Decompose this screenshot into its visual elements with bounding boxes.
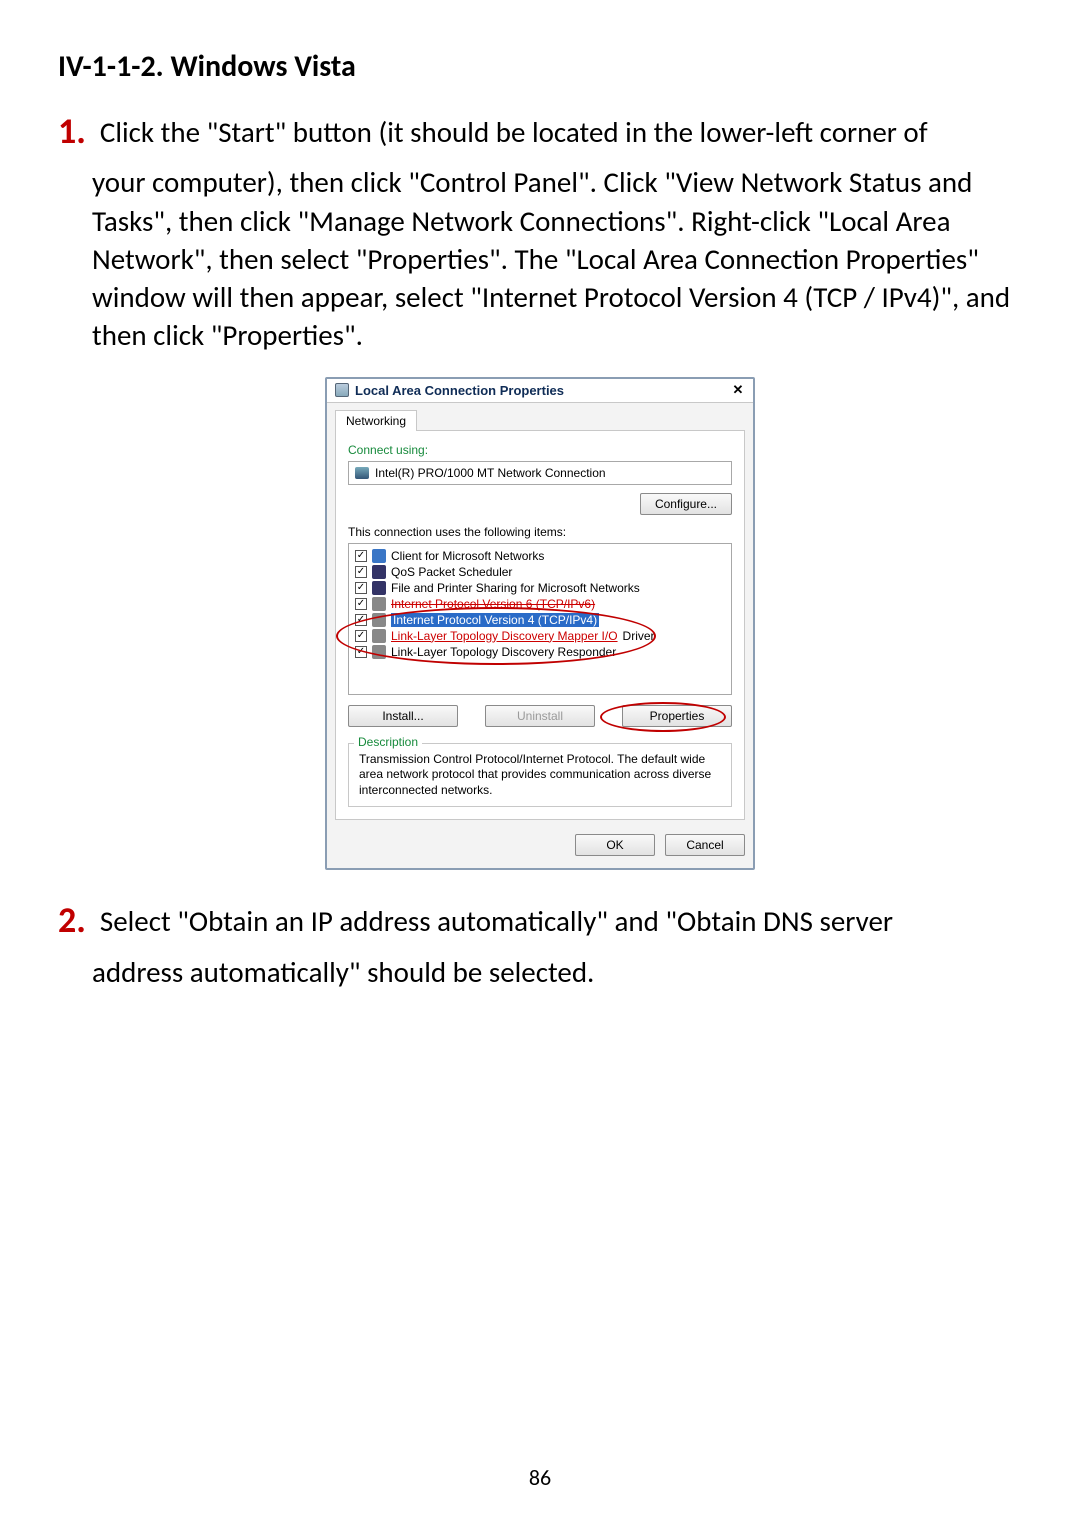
title-bar: Local Area Connection Properties ✕ [327,379,753,403]
checkbox-icon[interactable]: ✓ [355,582,367,594]
step-2-text-cont: address automatically" should be selecte… [58,953,1022,991]
qos-icon [372,565,386,579]
dialog-buttons: OK Cancel [327,820,753,868]
checkbox-icon[interactable]: ✓ [355,550,367,562]
cancel-button[interactable]: Cancel [665,834,745,856]
list-item[interactable]: ✓ Client for Microsoft Networks [355,548,725,564]
tab-networking[interactable]: Networking [335,410,417,431]
description-legend: Description [354,735,422,749]
adapter-field: Intel(R) PRO/1000 MT Network Connection [348,461,732,485]
properties-dialog: Local Area Connection Properties ✕ Netwo… [325,377,755,871]
dialog-screenshot: Local Area Connection Properties ✕ Netwo… [58,377,1022,871]
checkbox-icon[interactable]: ✓ [355,614,367,626]
client-icon [372,549,386,563]
checkbox-icon[interactable]: ✓ [355,566,367,578]
configure-button[interactable]: Configure... [640,493,732,515]
window-icon [335,383,349,397]
proto-icon [372,645,386,659]
step-1-text-line1: Click the "Start" button (it should be l… [92,113,928,151]
title-text: Local Area Connection Properties [355,383,564,398]
proto-icon [372,629,386,643]
items-label: This connection uses the following items… [348,525,732,539]
list-item-label: Internet Protocol Version 4 (TCP/IPv4) [391,613,599,627]
adapter-icon [355,467,369,479]
uninstall-button: Uninstall [485,705,595,727]
proto-icon [372,613,386,627]
close-icon[interactable]: ✕ [731,383,745,397]
step-1-text-cont: your computer), then click "Control Pane… [58,163,1022,354]
description-box: Transmission Control Protocol/Internet P… [348,743,732,808]
list-item-label: Link-Layer Topology Discovery Responder [391,645,616,659]
tab-strip: Networking [327,403,753,430]
list-item-label-rest: Driver [623,629,655,643]
list-item[interactable]: ✓ QoS Packet Scheduler [355,564,725,580]
adapter-text: Intel(R) PRO/1000 MT Network Connection [375,466,606,480]
step-1: 1. Click the "Start" button (it should b… [58,113,1022,151]
checkbox-icon[interactable]: ✓ [355,598,367,610]
proto-icon [372,597,386,611]
properties-button[interactable]: Properties [622,705,732,727]
step-1-number: 1. [58,113,86,149]
list-item[interactable]: ✓ File and Printer Sharing for Microsoft… [355,580,725,596]
step-2: 2. Select "Obtain an IP address automati… [58,902,1022,940]
description-text: Transmission Control Protocol/Internet P… [359,752,721,799]
share-icon [372,581,386,595]
list-item[interactable]: ✓ Internet Protocol Version 6 (TCP/IPv6) [355,596,725,612]
tab-content: Connect using: Intel(R) PRO/1000 MT Netw… [335,430,745,821]
step-2-number: 2. [58,902,86,938]
list-item-label: Client for Microsoft Networks [391,549,544,563]
checkbox-icon[interactable]: ✓ [355,646,367,658]
list-item[interactable]: ✓ Link-Layer Topology Discovery Mapper I… [355,628,725,644]
list-item[interactable]: ✓ Link-Layer Topology Discovery Responde… [355,644,725,660]
step-2-text-line1: Select "Obtain an IP address automatical… [92,902,893,940]
title-bar-text: Local Area Connection Properties [335,383,564,398]
install-button[interactable]: Install... [348,705,458,727]
checkbox-icon[interactable]: ✓ [355,630,367,642]
connection-items-list[interactable]: ✓ Client for Microsoft Networks ✓ QoS Pa… [348,543,732,695]
list-item-ipv4[interactable]: ✓ Internet Protocol Version 4 (TCP/IPv4) [355,612,725,628]
list-item-label: Internet Protocol Version 6 (TCP/IPv6) [391,597,595,611]
page-number: 86 [0,1464,1080,1491]
list-item-label-partial: Link-Layer Topology Discovery Mapper I/O [391,629,618,643]
section-heading: IV-1-1-2. Windows Vista [58,48,1022,85]
list-item-label: QoS Packet Scheduler [391,565,512,579]
ok-button[interactable]: OK [575,834,655,856]
connect-using-label: Connect using: [348,443,732,457]
list-item-label: File and Printer Sharing for Microsoft N… [391,581,640,595]
